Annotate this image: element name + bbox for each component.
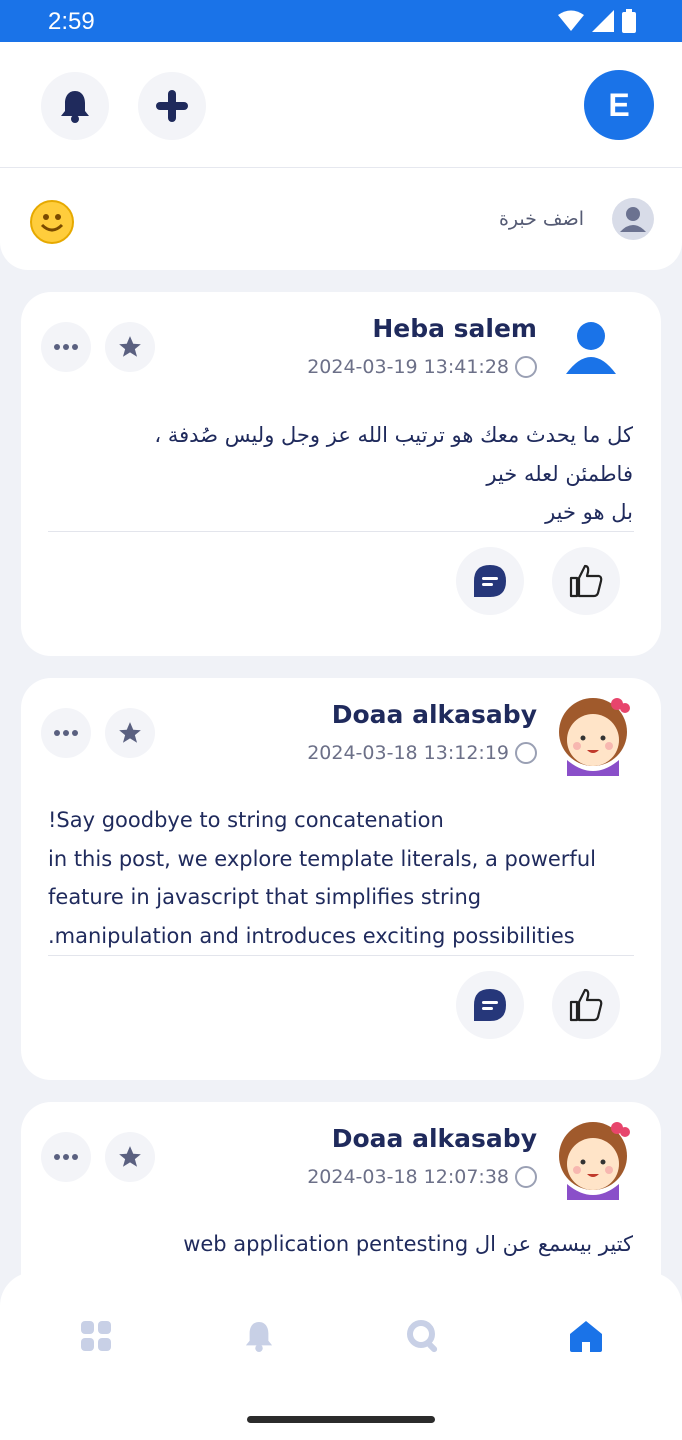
add-experience-composer[interactable]: اضف خبرة: [0, 168, 682, 270]
thumbs-up-icon: [569, 564, 603, 598]
post-date-row: 2024-03-19 13:41:28: [307, 356, 537, 378]
post-divider: [48, 531, 634, 532]
nav-grid[interactable]: [76, 1316, 116, 1356]
user-icon: [620, 207, 646, 232]
composer-placeholder[interactable]: اضف خبرة: [499, 208, 584, 230]
more-dots-icon: [54, 344, 78, 350]
more-options-button[interactable]: [41, 1132, 91, 1182]
comment-button[interactable]: [456, 971, 524, 1039]
user-silhouette-icon: [566, 322, 616, 374]
post-date: 2024-03-18 12:07:38: [307, 1166, 509, 1188]
globe-icon: [515, 1166, 537, 1188]
more-dots-icon: [54, 730, 78, 736]
nav-home[interactable]: [566, 1316, 606, 1356]
notifications-button[interactable]: [41, 72, 109, 140]
post-body-line: فاطمئن لعله خير: [486, 461, 633, 486]
author-avatar[interactable]: [555, 690, 631, 776]
post-author[interactable]: Doaa alkasaby: [332, 700, 537, 729]
status-time: 2:59: [48, 8, 95, 35]
bell-icon: [61, 91, 89, 123]
post-body: كل ما يحدث معك هو ترتيب الله عز وجل وليس…: [48, 416, 633, 532]
home-icon: [570, 1321, 602, 1352]
nav-notifications[interactable]: [239, 1316, 279, 1356]
bell-icon: [245, 1321, 273, 1352]
star-icon: [119, 722, 141, 743]
post-body-line: بل هو خير: [545, 500, 633, 524]
status-bar: 2:59: [0, 0, 682, 42]
home-indicator[interactable]: [247, 1416, 435, 1423]
comment-icon: [474, 565, 506, 597]
more-dots-icon: [54, 1154, 78, 1160]
post-card: Heba salem 2024-03-19 13:41:28 كل ما يحد…: [21, 292, 661, 656]
post-date: 2024-03-18 13:12:19: [307, 742, 509, 764]
post-date: 2024-03-19 13:41:28: [307, 356, 509, 378]
girl-avatar-icon: [559, 1122, 630, 1200]
post-card: Doaa alkasaby 2024-03-18 13:12:19 !Say g…: [21, 678, 661, 1080]
grid-icon: [81, 1321, 111, 1351]
post-body-line: in this post, we explore template litera…: [48, 846, 596, 871]
like-button[interactable]: [552, 971, 620, 1039]
profile-avatar[interactable]: E: [584, 70, 654, 140]
favorite-button[interactable]: [105, 1132, 155, 1182]
favorite-button[interactable]: [105, 708, 155, 758]
comment-icon: [474, 989, 506, 1021]
author-avatar[interactable]: [561, 318, 621, 378]
star-icon: [119, 1146, 141, 1167]
status-icons: [558, 9, 636, 33]
post-body-line: feature in javascript that simplifies st…: [48, 885, 482, 909]
more-options-button[interactable]: [41, 322, 91, 372]
post-body: كتير بيسمع عن ال web application pentest…: [48, 1225, 633, 1264]
post-body-line: كتير بيسمع عن ال web application pentest…: [183, 1232, 633, 1256]
battery-icon: [622, 9, 636, 33]
smiley-icon: [40, 214, 64, 232]
post-body: !Say goodbye to string concatenation in …: [48, 801, 633, 955]
post-author[interactable]: Doaa alkasaby: [332, 1124, 537, 1153]
girl-avatar-icon: [559, 698, 630, 776]
favorite-button[interactable]: [105, 322, 155, 372]
thumbs-up-icon: [569, 988, 603, 1022]
globe-icon: [515, 742, 537, 764]
more-options-button[interactable]: [41, 708, 91, 758]
bottom-navigation: [0, 1272, 682, 1440]
star-icon: [119, 336, 141, 357]
author-avatar[interactable]: [555, 1114, 631, 1200]
add-post-button[interactable]: [138, 72, 206, 140]
globe-icon: [515, 356, 537, 378]
plus-icon: [156, 90, 188, 122]
post-date-row: 2024-03-18 13:12:19: [307, 742, 537, 764]
post-body-line: كل ما يحدث معك هو ترتيب الله عز وجل وليس…: [154, 423, 633, 447]
comment-button[interactable]: [456, 547, 524, 615]
post-divider: [48, 955, 634, 956]
app-header: E: [0, 42, 682, 168]
post-body-line: !Say goodbye to string concatenation: [48, 808, 444, 832]
nav-search[interactable]: [403, 1316, 443, 1356]
post-date-row: 2024-03-18 12:07:38: [307, 1166, 537, 1188]
signal-icon: [592, 10, 614, 32]
wifi-icon: [558, 10, 584, 31]
post-body-line: .manipulation and introduces exciting po…: [48, 923, 575, 948]
post-author[interactable]: Heba salem: [372, 314, 537, 343]
search-icon: [407, 1320, 438, 1353]
emoji-picker-button[interactable]: [30, 200, 74, 244]
user-avatar-placeholder: [612, 198, 654, 240]
like-button[interactable]: [552, 547, 620, 615]
